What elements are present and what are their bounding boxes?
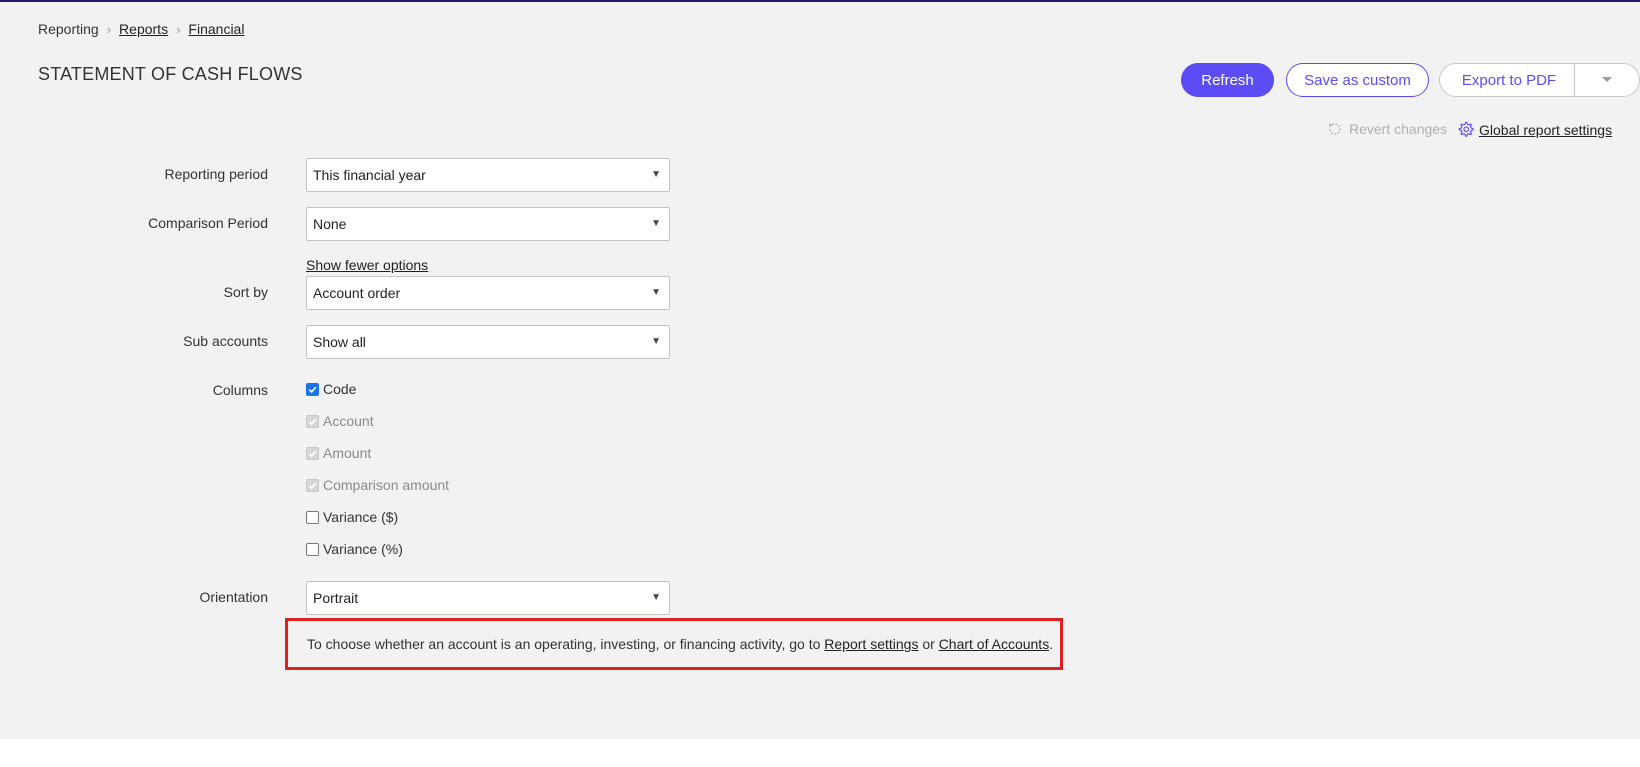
export-to-pdf-button[interactable]: Export to PDF: [1440, 72, 1574, 89]
checkbox-label: Account: [323, 413, 374, 429]
breadcrumb-reporting: Reporting: [38, 21, 99, 37]
notice-text: or: [918, 636, 939, 652]
chevron-down-icon: [1602, 77, 1612, 82]
checkbox-variance-dollar[interactable]: [306, 510, 319, 524]
column-option-comparison-amount: Comparison amount: [306, 477, 449, 493]
sort-by-label: Sort by: [223, 284, 268, 300]
comparison-period-select[interactable]: None ▼: [306, 207, 670, 241]
breadcrumb: Reporting › Reports › Financial: [38, 21, 244, 37]
checkbox-label: Comparison amount: [323, 477, 450, 493]
page-title: STATEMENT OF CASH FLOWS: [38, 64, 303, 84]
checkbox-label: Amount: [323, 445, 372, 461]
column-option-variance-percent[interactable]: Variance (%): [306, 541, 403, 557]
checkbox-label: Code: [323, 381, 357, 397]
checkbox-comparison-amount: [306, 478, 319, 492]
notice-text: To choose whether an account is an opera…: [307, 636, 825, 652]
check-icon: [308, 450, 317, 457]
reporting-period-select[interactable]: This financial year ▼: [306, 158, 670, 192]
caret-down-icon: ▼: [651, 169, 661, 180]
checkbox-label: Variance ($): [323, 509, 399, 525]
column-option-account: Account: [306, 413, 374, 429]
revert-icon: [1329, 123, 1341, 135]
columns-label: Columns: [212, 382, 268, 398]
sort-by-select[interactable]: Account order ▼: [306, 276, 670, 310]
chevron-right-icon: ›: [176, 21, 181, 37]
column-option-variance-dollar[interactable]: Variance ($): [306, 509, 398, 525]
breadcrumb-reports-link[interactable]: Reports: [119, 21, 168, 37]
check-icon: [308, 482, 317, 489]
sub-accounts-select[interactable]: Show all ▼: [306, 325, 670, 359]
orientation-value: Portrait: [313, 590, 359, 606]
report-settings-link[interactable]: Report settings: [824, 636, 918, 652]
checkbox-amount: [306, 446, 319, 460]
caret-down-icon: ▼: [651, 592, 661, 603]
column-option-code[interactable]: Code: [306, 381, 356, 397]
check-icon: [308, 418, 317, 425]
revert-changes-button[interactable]: Revert changes: [1327, 121, 1447, 137]
caret-down-icon: ▼: [651, 287, 661, 298]
export-dropdown-toggle[interactable]: [1575, 64, 1639, 96]
comparison-period-value: None: [313, 216, 347, 232]
orientation-select[interactable]: Portrait ▼: [306, 581, 670, 615]
reporting-period-value: This financial year: [313, 167, 426, 183]
global-report-settings-label: Global report settings: [1479, 121, 1613, 138]
refresh-button[interactable]: Refresh: [1181, 63, 1274, 97]
check-icon: [308, 386, 317, 393]
breadcrumb-financial-link[interactable]: Financial: [188, 21, 244, 37]
sort-by-value: Account order: [313, 285, 401, 301]
caret-down-icon: ▼: [651, 336, 661, 347]
checkbox-code[interactable]: [306, 382, 319, 396]
save-as-custom-button[interactable]: Save as custom: [1286, 63, 1429, 97]
sub-accounts-label: Sub accounts: [183, 333, 268, 349]
checkbox-label: Variance (%): [323, 541, 403, 557]
sub-accounts-value: Show all: [313, 334, 366, 350]
checkbox-account: [306, 414, 319, 428]
notice-text: .: [1049, 636, 1054, 652]
checkbox-variance-percent[interactable]: [306, 542, 319, 556]
orientation-label: Orientation: [199, 589, 268, 605]
revert-changes-label: Revert changes: [1349, 121, 1448, 137]
chevron-right-icon: ›: [106, 21, 112, 37]
export-to-pdf-split-button: Export to PDF: [1439, 63, 1640, 97]
reporting-period-label: Reporting period: [164, 166, 268, 182]
global-report-settings-link[interactable]: Global report settings: [1457, 121, 1612, 138]
comparison-period-label: Comparison Period: [148, 215, 268, 231]
gear-icon: [1458, 121, 1474, 137]
caret-down-icon: ▼: [651, 218, 661, 229]
show-fewer-options-link[interactable]: Show fewer options: [306, 257, 428, 273]
column-option-amount: Amount: [306, 445, 371, 461]
chart-of-accounts-link[interactable]: Chart of Accounts: [939, 636, 1050, 652]
activity-type-notice: To choose whether an account is an opera…: [285, 618, 1063, 670]
